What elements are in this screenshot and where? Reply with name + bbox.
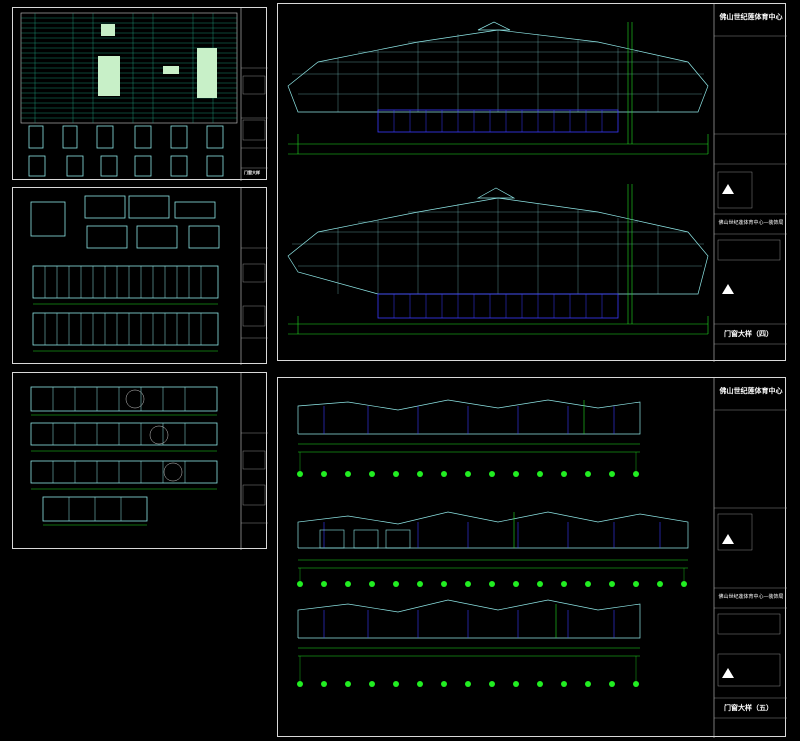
sheet-door-window-schedule: 门窗大样 — [12, 7, 268, 181]
curtain-wall-elevations-drawing — [297, 378, 787, 738]
window-elevations-drawing-b — [30, 373, 268, 550]
schedule-drawing — [20, 8, 268, 181]
window-elevations-drawing-a — [30, 188, 268, 365]
small-sheet-stamp: 门窗大样 — [244, 170, 260, 175]
stadium-elevation-drawing — [287, 4, 787, 362]
sheet-window-elevations-b — [12, 372, 268, 550]
sheet-name-4: 门窗大样（四） — [724, 330, 773, 338]
sheet-door-window-detail-5: 佛山世纪莲体育中心 佛山世纪莲体育中心—装饰局 门窗大样（五） — [277, 377, 787, 738]
project-title: 佛山世纪莲体育中心 — [719, 13, 783, 21]
project-title-5: 佛山世纪莲体育中心 — [719, 387, 783, 395]
sheet-subtitle-5: 佛山世纪莲体育中心—装饰局 — [718, 594, 784, 600]
sheet-subtitle: 佛山世纪莲体育中心—装饰局 — [718, 220, 784, 226]
sheet-door-window-detail-4: 佛山世纪莲体育中心 佛山世纪莲体育中心—装饰局 门窗大样（四） — [277, 3, 787, 362]
sheet-window-elevations-a — [12, 187, 268, 365]
sheet-name-5: 门窗大样（五） — [724, 704, 773, 712]
